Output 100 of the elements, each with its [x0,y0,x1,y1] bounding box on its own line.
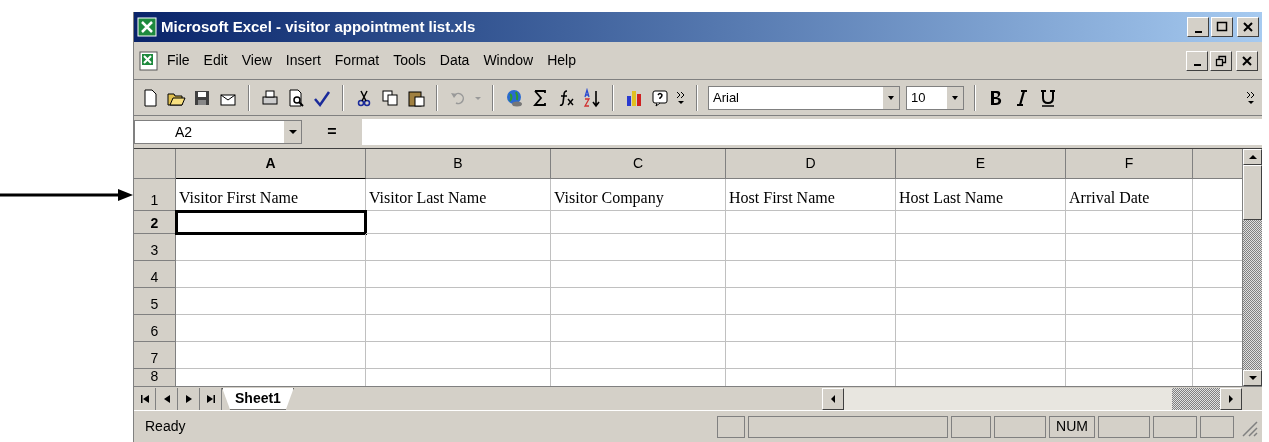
table-cell[interactable] [726,261,896,288]
scroll-up-icon [1247,154,1258,160]
menu-item[interactable]: Data [432,50,477,71]
table-cell[interactable] [896,234,1066,261]
scroll-thumb[interactable] [1172,387,1220,410]
last-arrow-icon [205,393,216,404]
menu-item[interactable]: File [160,50,197,71]
close-icon [1241,54,1253,67]
table-cell[interactable] [896,211,1066,234]
table-cell[interactable]: Host First Name [726,179,896,211]
column-header[interactable]: C [551,149,726,179]
row-header[interactable]: 8 [134,369,176,386]
table-cell[interactable] [1066,261,1193,288]
workbook-close-button[interactable] [1236,50,1258,71]
row-header[interactable]: 3 [134,234,176,261]
table-cell[interactable]: Visitor Last Name [366,179,551,211]
column-header[interactable]: D [726,149,896,179]
menu-item[interactable]: Insert [278,50,328,71]
table-cell[interactable] [896,288,1066,315]
table-cell[interactable] [1066,288,1193,315]
table-cell[interactable] [726,211,896,234]
table-cell[interactable] [726,288,896,315]
row-header[interactable]: 6 [134,315,176,342]
sheet-tab[interactable]: Sheet1 [222,387,294,410]
table-cell[interactable] [726,234,896,261]
column-header[interactable]: E [896,149,1066,179]
workbook-icon[interactable] [138,49,160,72]
table-cell[interactable]: Host Last Name [896,179,1066,211]
underline-icon[interactable] [1038,87,1058,108]
name-box[interactable]: A2 [134,120,302,144]
help-icon[interactable] [650,87,670,108]
menu-item[interactable]: Window [476,50,541,71]
row-header[interactable]: 4 [134,261,176,288]
column-header[interactable]: F [1066,149,1193,179]
column-header[interactable]: A [176,149,366,179]
workbook-minimize-button[interactable] [1186,50,1208,71]
vertical-scrollbar[interactable] [1242,149,1262,386]
table-cell[interactable] [1066,315,1193,342]
next-arrow-icon [183,393,194,404]
table-cell[interactable] [1066,342,1193,369]
table-cell[interactable]: Arrival Date [1066,179,1193,211]
printer-icon[interactable] [260,87,280,108]
maximize-button[interactable] [1211,17,1233,37]
table-cell[interactable]: Visitor First Name [176,179,366,211]
close-button[interactable] [1237,17,1259,37]
globe-icon[interactable] [504,87,524,108]
table-cell[interactable] [366,315,551,342]
minimize-button[interactable] [1187,17,1209,37]
row-header[interactable]: 2 [134,211,176,234]
status-text: Ready [144,417,187,436]
table-cell[interactable] [1066,211,1193,234]
formula-field[interactable] [362,119,1262,145]
menu-item[interactable]: Help [540,50,583,71]
select-all-corner[interactable] [134,149,176,179]
table-cell[interactable] [176,261,366,288]
workbook-restore-button[interactable] [1210,50,1232,71]
table-cell[interactable] [551,342,726,369]
table-cell[interactable] [896,342,1066,369]
row-header[interactable]: 5 [134,288,176,315]
menu-item[interactable]: Format [327,50,387,71]
print-preview-icon[interactable] [286,87,306,108]
equals-sign[interactable]: = [302,120,362,144]
menu-item[interactable]: Tools [386,50,433,71]
table-cell[interactable] [366,288,551,315]
table-cell[interactable] [896,315,1066,342]
table-cell[interactable] [366,211,551,234]
minimize-icon [1194,30,1202,33]
horizontal-scrollbar[interactable] [822,387,1242,410]
table-cell[interactable] [551,288,726,315]
table-cell[interactable] [551,234,726,261]
copy-icon[interactable] [380,87,400,108]
table-cell[interactable] [176,211,366,234]
table-cell[interactable] [366,234,551,261]
table-cell[interactable] [551,315,726,342]
table-cell[interactable] [176,342,366,369]
font-size-field[interactable]: 10 [906,85,964,110]
sort-ascending-icon[interactable] [582,87,602,108]
menu-item[interactable]: View [234,50,279,71]
table-cell[interactable] [896,261,1066,288]
table-cell[interactable] [726,315,896,342]
table-cell[interactable] [176,315,366,342]
first-arrow-icon [139,393,150,404]
table-cell[interactable] [551,211,726,234]
table-cell[interactable] [366,342,551,369]
table-cell[interactable] [551,261,726,288]
column-header[interactable]: B [366,149,551,179]
table-cell[interactable]: Visitor Company [551,179,726,211]
status-panel [994,415,1046,438]
caret-icon [287,129,298,135]
row-header[interactable]: 7 [134,342,176,369]
table-cell[interactable] [366,261,551,288]
menu-item[interactable]: Edit [196,50,235,71]
row-header[interactable]: 1 [134,179,176,211]
table-cell[interactable] [176,288,366,315]
table-cell[interactable] [1066,234,1193,261]
status-panel [1200,415,1234,438]
table-cell[interactable] [176,234,366,261]
scroll-thumb[interactable] [1243,165,1262,220]
font-name-field[interactable]: Arial [708,85,900,110]
table-cell[interactable] [726,342,896,369]
